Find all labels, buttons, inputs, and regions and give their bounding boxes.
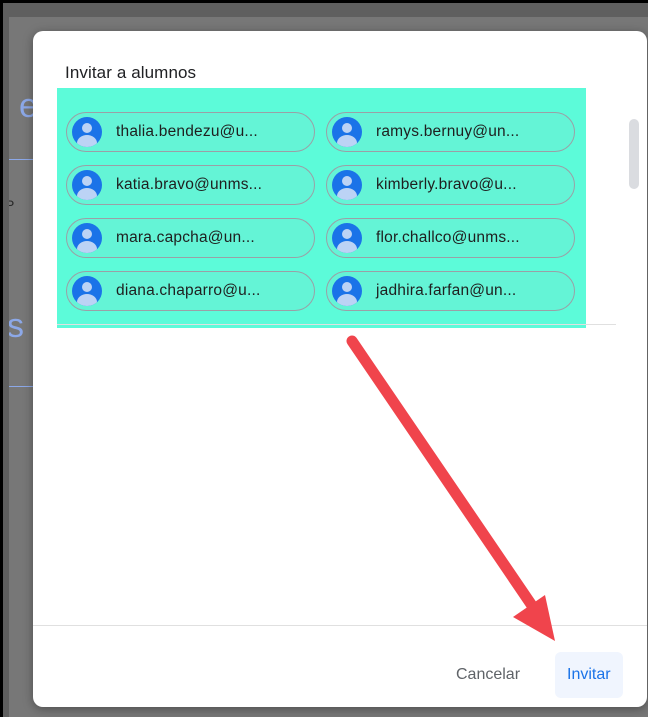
avatar-icon [332,276,362,306]
avatar-icon [72,170,102,200]
background-divider [9,386,35,387]
background-text-fragment: P [9,197,14,213]
student-chip[interactable]: katia.bravo@unms... [66,165,315,205]
background-divider [9,159,35,160]
avatar-icon [72,276,102,306]
student-chip[interactable]: flor.challco@unms... [326,218,575,258]
student-chip[interactable]: kimberly.bravo@u... [326,165,575,205]
student-email: flor.challco@unms... [376,229,520,246]
student-email: thalia.bendezu@u... [116,123,258,140]
avatar-icon [72,223,102,253]
student-chip[interactable]: ramys.bernuy@un... [326,112,575,152]
avatar-icon [332,170,362,200]
student-chip[interactable]: diana.chaparro@u... [66,271,315,311]
invite-button[interactable]: Invitar [555,652,623,698]
chips-divider [57,324,616,325]
scrollbar[interactable] [629,119,639,189]
student-email: ramys.bernuy@un... [376,123,520,140]
footer-divider [33,625,647,626]
student-email: mara.capcha@un... [116,229,255,246]
avatar-icon [72,117,102,147]
background-text-fragment: s [9,307,24,346]
student-chips-list: thalia.bendezu@u... ramys.bernuy@un... k… [57,88,586,328]
student-email: katia.bravo@unms... [116,176,263,193]
student-chip[interactable]: jadhira.farfan@un... [326,271,575,311]
student-chip[interactable]: thalia.bendezu@u... [66,112,315,152]
avatar-icon [332,223,362,253]
student-email: jadhira.farfan@un... [376,282,517,299]
dialog-title: Invitar a alumnos [65,63,197,82]
student-email: diana.chaparro@u... [116,282,261,299]
cancel-button[interactable]: Cancelar [444,652,532,698]
student-chip[interactable]: mara.capcha@un... [66,218,315,258]
avatar-icon [332,117,362,147]
invite-students-dialog: Invitar a alumnos thalia.bendezu@u... ra… [33,31,647,707]
student-email: kimberly.bravo@u... [376,176,517,193]
